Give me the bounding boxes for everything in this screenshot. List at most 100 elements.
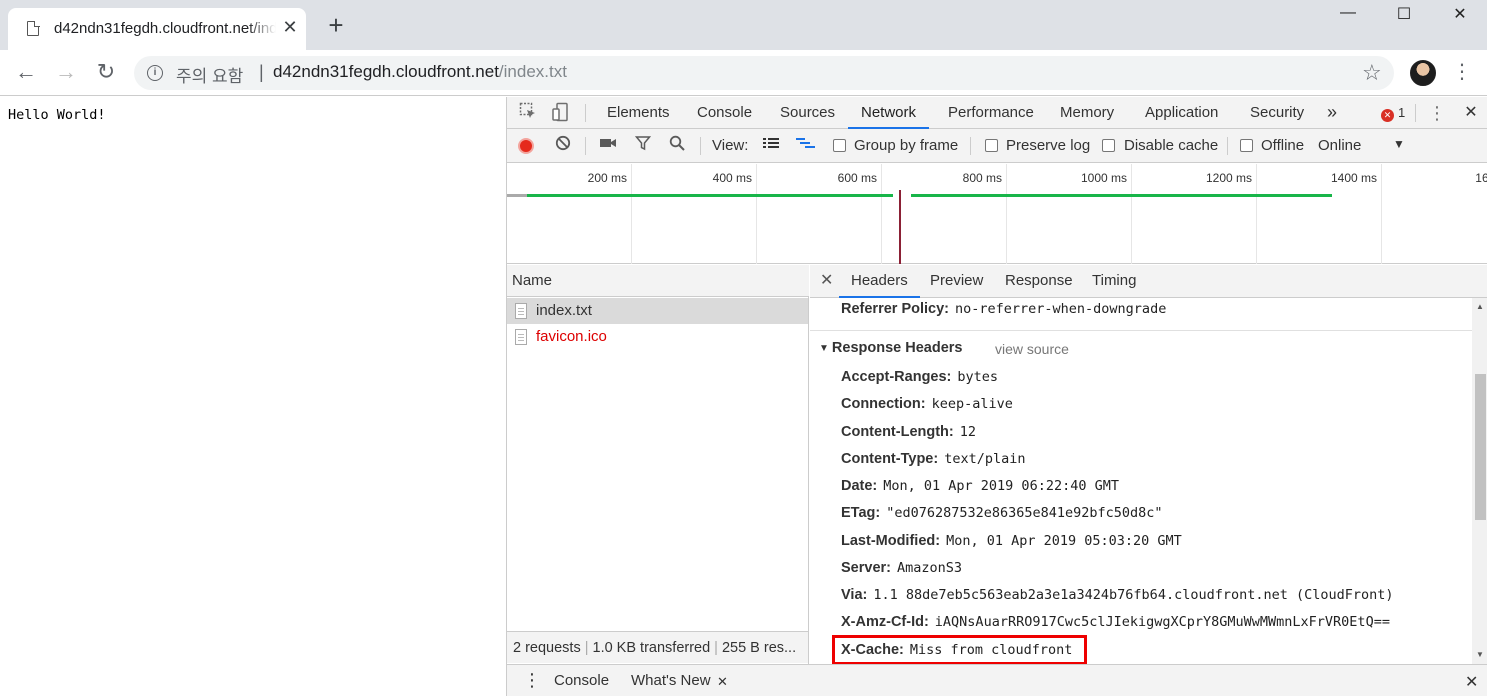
device-toolbar-icon[interactable] xyxy=(550,102,572,124)
toolbar-divider xyxy=(585,104,586,122)
record-icon[interactable] xyxy=(518,138,534,154)
bookmark-star-icon[interactable]: ☆ xyxy=(1362,60,1382,86)
tab-strip: d42ndn31fegdh.cloudfront.net/index.txt ✕… xyxy=(0,0,1487,50)
filter-icon[interactable] xyxy=(633,135,653,157)
devtools-menu-icon[interactable]: ⋮ xyxy=(1426,102,1448,124)
tab-network[interactable]: Network xyxy=(848,97,930,129)
tab-performance[interactable]: Performance xyxy=(948,97,1034,129)
tab-application[interactable]: Application xyxy=(1145,97,1218,129)
timeline-grid-line xyxy=(881,164,882,264)
profile-avatar[interactable] xyxy=(1410,60,1436,86)
response-headers-section[interactable]: ▼ Response Headers xyxy=(819,340,962,356)
network-overview-timeline[interactable]: 200 ms 400 ms 600 ms 800 ms 1000 ms 1200 ms 14… xyxy=(507,164,1487,264)
header-line[interactable]: Content-Length: 12 xyxy=(841,424,976,440)
header-line[interactable]: Date: Mon, 01 Apr 2019 06:22:40 GMT xyxy=(841,478,1119,494)
drawer-tab-console[interactable]: Console xyxy=(554,672,609,689)
tab-sources[interactable]: Sources xyxy=(780,97,835,129)
close-tab-icon[interactable]: ✕ xyxy=(280,17,300,37)
preserve-log-checkbox[interactable] xyxy=(985,139,998,152)
back-icon[interactable]: ← xyxy=(12,59,40,87)
clear-icon[interactable] xyxy=(553,135,573,157)
header-value: 1.1 88de7eb5c563eab2a3e1a3424b76fb64.clo… xyxy=(873,587,1394,603)
address-bar[interactable]: i 주의 요함 | d42ndn31fegdh.cloudfront.net/i… xyxy=(134,56,1394,90)
tab-response[interactable]: Response xyxy=(1005,265,1073,298)
inspect-element-icon[interactable] xyxy=(517,102,539,124)
tab-console[interactable]: Console xyxy=(697,97,752,129)
throttling-select[interactable]: Online xyxy=(1318,137,1361,154)
header-line[interactable]: Connection: keep-alive xyxy=(841,396,1013,412)
header-line[interactable]: Last-Modified: Mon, 01 Apr 2019 05:03:20 … xyxy=(841,533,1182,549)
scroll-up-icon[interactable]: ▲ xyxy=(1476,302,1484,311)
offline-checkbox[interactable] xyxy=(1240,139,1253,152)
header-line[interactable]: Server: AmazonS3 xyxy=(841,560,962,576)
view-source-link[interactable]: view source xyxy=(995,341,1069,357)
header-value: no-referrer-when-downgrade xyxy=(955,301,1167,317)
timeline-grid-line xyxy=(756,164,757,264)
tab-preview[interactable]: Preview xyxy=(930,265,983,298)
load-event-marker xyxy=(899,190,901,264)
timeline-tick-label: 800 ms xyxy=(962,171,1002,185)
security-label[interactable]: 주의 요함 xyxy=(176,62,243,87)
request-row[interactable]: favicon.ico xyxy=(507,324,808,350)
request-list: Name index.txt favicon.ico 2 requests | 1.… xyxy=(507,265,809,696)
tab-title: d42ndn31fegdh.cloudfront.net/index.txt xyxy=(54,20,276,37)
new-tab-icon[interactable]: + xyxy=(324,12,348,38)
timeline-queue-bar xyxy=(507,194,527,197)
close-devtools-icon[interactable]: ✕ xyxy=(1460,102,1482,124)
tab-elements[interactable]: Elements xyxy=(607,97,670,129)
header-line[interactable]: Content-Type: text/plain xyxy=(841,451,1025,467)
header-value: "ed076287532e86365e841e92bfc50d8c" xyxy=(886,505,1163,521)
drawer-tab-whats-new[interactable]: What's New xyxy=(631,672,711,689)
browser-tab[interactable]: d42ndn31fegdh.cloudfront.net/index.txt ✕ xyxy=(8,8,306,50)
tab-security[interactable]: Security xyxy=(1250,97,1304,129)
group-by-frame-checkbox[interactable] xyxy=(833,139,846,152)
timeline-request-bar xyxy=(911,194,1332,197)
maximize-icon[interactable]: ☐ xyxy=(1384,4,1424,28)
timeline-grid-line xyxy=(1256,164,1257,264)
header-line[interactable]: Accept-Ranges: bytes xyxy=(841,369,998,385)
search-icon[interactable] xyxy=(667,135,687,157)
drawer-menu-icon[interactable]: ⋮ xyxy=(523,670,541,691)
close-window-icon[interactable]: ✕ xyxy=(1440,4,1480,28)
info-icon[interactable]: i xyxy=(147,65,163,81)
name-column-header[interactable]: Name xyxy=(507,265,809,297)
detail-scrollbar[interactable]: ▲ ▼ xyxy=(1472,298,1487,664)
scroll-down-icon[interactable]: ▼ xyxy=(1476,650,1484,659)
header-value: 12 xyxy=(959,424,977,440)
minimize-icon[interactable]: — xyxy=(1328,4,1368,28)
tab-timing[interactable]: Timing xyxy=(1092,265,1136,298)
waterfall-overview-icon[interactable] xyxy=(795,135,815,157)
timeline-tick-label: 600 ms xyxy=(837,171,877,185)
disable-cache-checkbox[interactable] xyxy=(1102,139,1115,152)
more-tabs-icon[interactable]: » xyxy=(1327,97,1337,129)
header-line[interactable]: Via: 1.1 88de7eb5c563eab2a3e1a3424b76fb64… xyxy=(841,587,1394,603)
error-counter[interactable]: ✕ 1 xyxy=(1381,105,1405,122)
close-drawer-icon[interactable]: ✕ xyxy=(1465,672,1478,692)
close-detail-icon[interactable]: ✕ xyxy=(820,270,833,290)
close-drawer-tab-icon[interactable]: ✕ xyxy=(717,674,728,690)
scrollbar-thumb[interactable] xyxy=(1475,374,1486,520)
chevron-down-icon[interactable]: ▼ xyxy=(1393,137,1405,151)
request-row[interactable]: index.txt xyxy=(507,298,808,324)
header-line[interactable]: X-Amz-Cf-Id: iAQNsAuarRRO917Cwc5clJIekigw… xyxy=(841,614,1390,630)
toolbar-divider xyxy=(1227,137,1228,155)
error-icon: ✕ xyxy=(1381,109,1394,122)
tab-memory[interactable]: Memory xyxy=(1060,97,1114,129)
request-name: index.txt xyxy=(536,302,592,319)
reload-icon[interactable]: ↻ xyxy=(92,59,120,87)
url-text[interactable]: d42ndn31fegdh.cloudfront.net/index.txt xyxy=(273,62,567,82)
timeline-tick-label: 200 ms xyxy=(587,171,627,185)
timeline-grid-line xyxy=(1381,164,1382,264)
timeline-grid-line xyxy=(1006,164,1007,264)
video-camera-icon[interactable] xyxy=(598,135,618,157)
header-line[interactable]: ETag: "ed076287532e86365e841e92bfc50d8c" xyxy=(841,505,1163,521)
header-line[interactable]: Referrer Policy: no-referrer-when-downgra… xyxy=(841,301,1166,317)
large-rows-icon[interactable] xyxy=(761,135,781,157)
group-by-frame-label: Group by frame xyxy=(854,137,959,154)
tab-headers[interactable]: Headers xyxy=(839,265,920,298)
summary-separator: | xyxy=(584,640,589,656)
forward-icon[interactable]: → xyxy=(52,59,80,87)
resources-size: 255 B res... xyxy=(721,640,797,656)
browser-menu-icon[interactable]: ⋮ xyxy=(1452,59,1472,87)
request-count: 2 requests xyxy=(513,640,581,656)
